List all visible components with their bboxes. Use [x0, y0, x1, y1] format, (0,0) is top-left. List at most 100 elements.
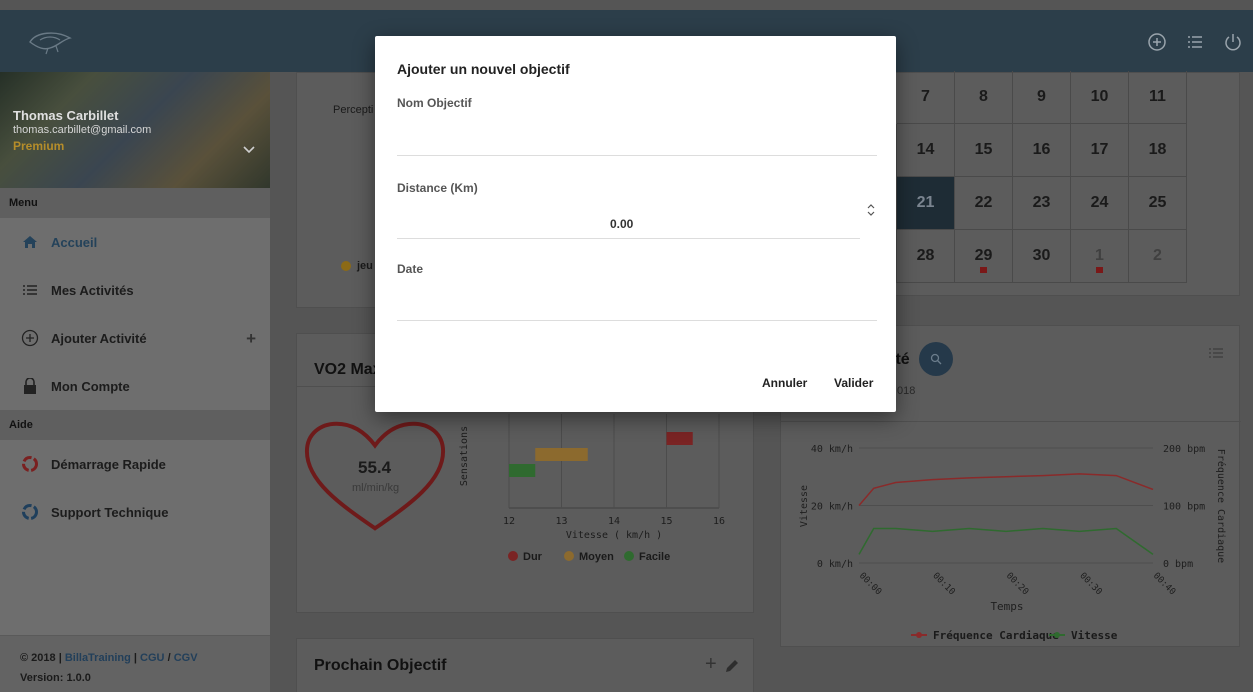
calendar-event-marker: [1096, 267, 1103, 273]
calendar-day[interactable]: 1: [1071, 230, 1129, 283]
x-axis-label: Vitesse ( km/h ): [566, 530, 662, 541]
y-left-tick-label: 20 km/h: [811, 502, 853, 513]
x-tick-label: 00:40: [1151, 571, 1177, 597]
logo-icon[interactable]: [26, 28, 74, 56]
lock-icon: [20, 376, 40, 396]
calendar-day[interactable]: 23: [1013, 177, 1071, 230]
distance-field[interactable]: 0.00: [397, 206, 860, 238]
date-field[interactable]: [397, 282, 877, 320]
power-icon[interactable]: [1223, 32, 1243, 52]
calendar-day[interactable]: 8: [955, 71, 1013, 124]
sidebar-item-support-technique[interactable]: Support Technique: [0, 488, 270, 536]
activity-search-button[interactable]: [919, 342, 953, 376]
cgu-link[interactable]: CGU: [140, 652, 164, 664]
sidebar-item-label: Démarrage Rapide: [51, 456, 166, 472]
heart-rate-line: [858, 473, 1154, 506]
distance-stepper-icon[interactable]: [866, 202, 876, 218]
x-tick-label: 00:00: [857, 571, 883, 597]
date-underline: [397, 320, 877, 321]
user-tier: Premium: [13, 139, 65, 153]
sidebar-item-ajouter-activite[interactable]: Ajouter Activité +: [0, 314, 270, 362]
distance-underline: [397, 238, 860, 239]
objective-name-underline: [397, 155, 877, 156]
bar-dur: [666, 432, 693, 445]
brand-link[interactable]: BillaTraining: [65, 652, 131, 664]
chevron-down-icon[interactable]: [242, 142, 256, 156]
list-icon[interactable]: [1185, 32, 1205, 52]
list-icon[interactable]: [1209, 347, 1223, 359]
expand-plus-icon[interactable]: +: [246, 329, 256, 349]
vo2-unit: ml/min/kg: [352, 482, 400, 494]
home-icon: [20, 232, 40, 252]
calendar-day[interactable]: 22: [955, 177, 1013, 230]
sidebar-item-mes-activites[interactable]: Mes Activités: [0, 266, 270, 314]
sidebar-footer: © 2018 | BillaTraining | CGU / CGV Versi…: [0, 635, 270, 692]
dialog-title: Ajouter un nouvel objectif: [397, 61, 570, 77]
y-right-tick-label: 0 bpm: [1163, 559, 1193, 570]
calendar-day[interactable]: 11: [1129, 71, 1187, 124]
legend-dot: [624, 551, 634, 561]
legend-dot: [341, 261, 351, 271]
x-tick-label: 00:20: [1004, 571, 1030, 597]
calendar-day[interactable]: 17: [1071, 124, 1129, 177]
y-left-axis-label: Vitesse: [799, 485, 810, 527]
add-circle-icon[interactable]: [1147, 32, 1167, 52]
activity-date: 018: [897, 385, 916, 397]
vo2-title: VO2 Max: [314, 361, 382, 378]
calendar-day[interactable]: 14: [897, 124, 955, 177]
bar-facile: [509, 464, 536, 477]
cgv-link[interactable]: CGV: [174, 652, 198, 664]
sidebar-item-mon-compte[interactable]: Mon Compte: [0, 362, 270, 410]
calendar-day[interactable]: 30: [1013, 230, 1071, 283]
legend-marker: [916, 632, 922, 638]
confirm-button[interactable]: Valider: [834, 376, 873, 390]
legend-dot: [508, 551, 518, 561]
y-left-tick-label: 0 km/h: [817, 559, 853, 570]
calendar-day[interactable]: 16: [1013, 124, 1071, 177]
calendar-day[interactable]: 15: [955, 124, 1013, 177]
user-name: Thomas Carbillet: [13, 108, 119, 123]
sidebar-item-label: Mon Compte: [51, 378, 130, 394]
sidebar-item-accueil[interactable]: Accueil: [0, 218, 270, 266]
calendar-day[interactable]: 10: [1071, 71, 1129, 124]
user-email: thomas.carbillet@gmail.com: [13, 124, 152, 136]
calendar-day[interactable]: 18: [1129, 124, 1187, 177]
sidebar-item-label: Support Technique: [51, 504, 169, 520]
x-tick-label: 13: [555, 516, 567, 527]
add-objective-button[interactable]: +: [705, 653, 717, 676]
distance-label: Distance (Km): [397, 181, 478, 195]
sidebar-item-demarrage-rapide[interactable]: Démarrage Rapide: [0, 440, 270, 488]
y-right-tick-label: 200 bpm: [1163, 444, 1205, 455]
legend-dot: [564, 551, 574, 561]
calendar-day[interactable]: 21: [897, 177, 955, 230]
calendar-day[interactable]: 7: [897, 71, 955, 124]
calendar-day[interactable]: 9: [1013, 71, 1071, 124]
calendar-day[interactable]: 28: [897, 230, 955, 283]
y-axis-label: Sensations: [459, 426, 470, 486]
x-axis-label: Temps: [990, 600, 1023, 613]
quickstart-ring-icon: [20, 454, 40, 474]
version-text: Version: 1.0.0: [20, 672, 91, 684]
help-header: Aide: [0, 410, 270, 440]
menu-header: Menu: [0, 188, 270, 218]
cancel-button[interactable]: Annuler: [762, 376, 807, 390]
objective-title: Prochain Objectif: [314, 657, 447, 674]
x-tick-label: 12: [503, 516, 515, 527]
sensations-chart: 12 13 14 15 16 Vitesse ( km/h ) Sensations Dur M…: [459, 414, 725, 563]
objective-name-field[interactable]: [397, 116, 877, 154]
x-tick-label: 16: [713, 516, 725, 527]
perception-label: Percepti: [333, 104, 374, 116]
sidebar: Thomas Carbillet thomas.carbillet@gmail.…: [0, 72, 270, 692]
edit-icon[interactable]: [725, 659, 739, 673]
calendar-event-marker: [980, 267, 987, 273]
calendar-day[interactable]: 29: [955, 230, 1013, 283]
separator: /: [167, 652, 171, 664]
calendar-day[interactable]: 2: [1129, 230, 1187, 283]
search-icon: [930, 353, 942, 365]
add-objective-dialog: Ajouter un nouvel objectif Nom Objectif …: [375, 36, 896, 412]
date-label: Date: [397, 262, 424, 276]
x-tick-label: 00:30: [1077, 571, 1103, 597]
legend-label: Vitesse: [1071, 629, 1118, 642]
calendar-day[interactable]: 24: [1071, 177, 1129, 230]
calendar-day[interactable]: 25: [1129, 177, 1187, 230]
